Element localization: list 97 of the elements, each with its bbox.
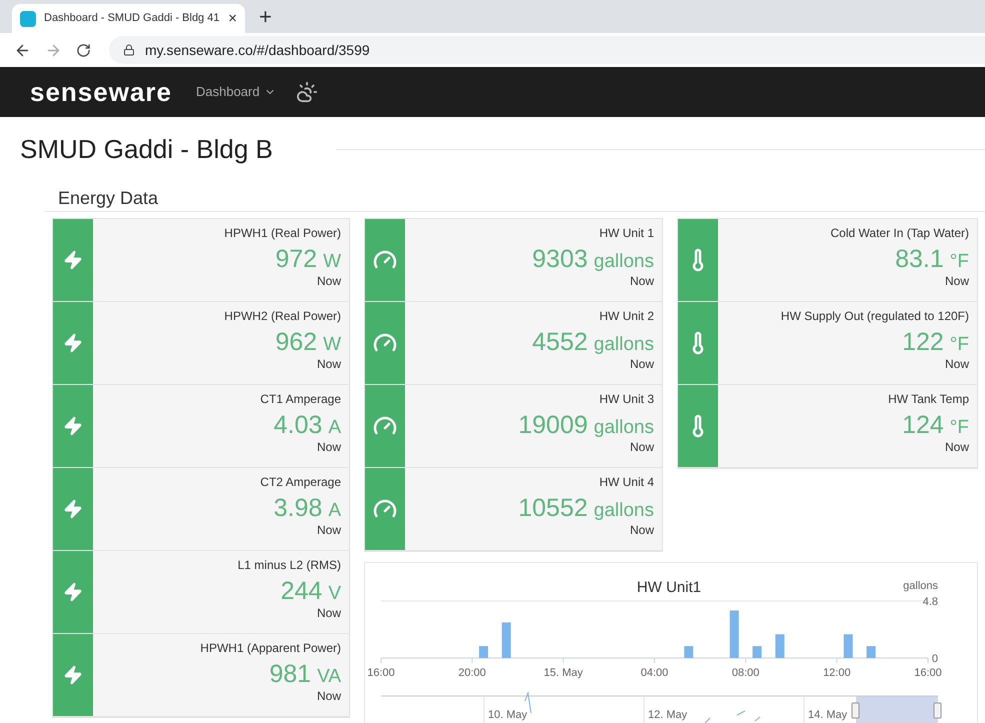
sensor-label: HPWH1 (Real Power)	[224, 225, 341, 241]
sensor-value: 10552	[518, 496, 588, 520]
lightning-icon	[63, 665, 83, 685]
bar	[730, 610, 739, 658]
reload-icon[interactable]	[76, 42, 91, 58]
sensor-value: 244	[280, 579, 322, 603]
navigator-label: 12. May	[648, 709, 688, 721]
navigator-handle[interactable]	[852, 702, 860, 718]
sensor-label: HW Unit 1	[599, 225, 654, 241]
navigator-label: 14. May	[808, 709, 848, 721]
y-tick-label: 0	[932, 653, 938, 665]
dashboard-menu[interactable]: Dashboard	[196, 82, 276, 102]
sensor-unit: gallons	[594, 333, 654, 357]
time-label: Now	[630, 440, 654, 454]
lightning-icon	[63, 250, 83, 270]
x-tick-label: 15. May	[544, 667, 583, 679]
sensor-value: 83.1	[895, 247, 944, 271]
sensor-value: 981	[269, 662, 312, 686]
sensor-value: 962	[275, 330, 318, 354]
sensor-value: 122	[902, 330, 944, 354]
sensor-unit: W	[323, 333, 341, 357]
time-label: Now	[316, 523, 341, 537]
time-label: Now	[316, 606, 341, 620]
sensor-unit: °F	[950, 416, 969, 440]
sensor-label: HW Supply Out (regulated to 120F)	[780, 308, 969, 324]
new-tab-button[interactable]: +	[259, 6, 272, 28]
lock-icon	[123, 44, 135, 56]
x-tick-label: 12:00	[823, 667, 851, 679]
url-text: my.senseware.co/#/dashboard/3599	[145, 40, 370, 60]
time-label: Now	[630, 274, 654, 288]
navigator-selection[interactable]	[856, 696, 938, 723]
bar	[866, 646, 876, 658]
sensor-value: 9303	[532, 247, 588, 271]
sensor-value: 4.03	[274, 413, 322, 437]
time-label: Now	[316, 440, 341, 454]
x-tick-label: 20:00	[458, 667, 486, 679]
favicon-icon	[20, 10, 36, 26]
sensor-unit: V	[328, 582, 341, 606]
sensor-value: 3.98	[274, 496, 322, 520]
lightning-icon	[63, 416, 83, 436]
bar	[844, 634, 853, 658]
bar	[479, 646, 488, 658]
sensor-unit: gallons	[594, 250, 654, 274]
sensor-unit: VA	[317, 665, 341, 689]
sensor-label: HW Unit 4	[599, 474, 654, 490]
sensor-label: CT1 Amperage	[260, 391, 341, 407]
x-tick-label: 16:00	[367, 667, 395, 679]
sensor-unit: °F	[950, 250, 969, 274]
sensor-value: 124	[902, 413, 944, 437]
y-tick-label: 4.8	[922, 596, 938, 608]
time-label: Now	[944, 440, 969, 454]
logo[interactable]: senseware	[30, 79, 172, 105]
browser-tab[interactable]: Dashboard - SMUD Gaddi - Bldg 41 ×	[12, 4, 245, 33]
navigator-label: 10. May	[488, 709, 528, 721]
time-label: Now	[944, 357, 969, 371]
sensor-unit: °F	[950, 333, 969, 357]
bar	[502, 622, 511, 658]
sensor-unit: gallons	[594, 499, 654, 523]
sensor-label: HW Tank Temp	[888, 391, 969, 407]
close-tab-button[interactable]: ×	[228, 11, 237, 26]
sensor-unit: W	[323, 250, 341, 274]
time-label: Now	[316, 274, 341, 288]
lightning-icon	[63, 582, 83, 602]
time-label: Now	[316, 689, 341, 703]
sensor-unit: A	[328, 499, 341, 523]
sensor-unit: gallons	[594, 416, 654, 440]
sensor-label: HW Unit 3	[599, 391, 654, 407]
sensor-label: Cold Water In (Tap Water)	[830, 225, 969, 241]
lightning-icon	[63, 333, 83, 353]
sensor-unit: A	[328, 416, 341, 440]
navigator-handle[interactable]	[934, 702, 942, 718]
sensor-value: 972	[275, 247, 318, 271]
lightning-icon	[63, 499, 83, 519]
sensor-label: HPWH2 (Real Power)	[224, 308, 341, 324]
sensor-label: HPWH1 (Apparent Power)	[200, 640, 341, 656]
bar	[775, 634, 784, 658]
sensor-label: CT2 Amperage	[260, 474, 341, 490]
time-label: Now	[630, 357, 654, 371]
bar	[684, 646, 694, 658]
bar	[752, 646, 762, 658]
x-tick-label: 08:00	[732, 667, 760, 679]
section-title: Energy Data	[58, 187, 160, 209]
sensor-value: 4552	[532, 330, 588, 354]
time-label: Now	[944, 274, 969, 288]
x-tick-label: 16:00	[914, 667, 942, 679]
time-label: Now	[630, 523, 654, 537]
tab-title: Dashboard - SMUD Gaddi - Bldg 41	[44, 11, 220, 26]
weather-icon[interactable]	[296, 81, 318, 103]
y-axis-unit: gallons	[903, 580, 938, 592]
chart-title: HW Unit1	[636, 579, 702, 596]
page-title: SMUD Gaddi - Bldg B	[20, 133, 273, 165]
sensor-label: L1 minus L2 (RMS)	[238, 557, 341, 573]
x-tick-label: 04:00	[640, 667, 668, 679]
sensor-label: HW Unit 2	[599, 308, 654, 324]
sensor-value: 19009	[518, 413, 588, 437]
address-bar[interactable]: my.senseware.co/#/dashboard/3599	[109, 36, 985, 64]
time-label: Now	[316, 357, 341, 371]
